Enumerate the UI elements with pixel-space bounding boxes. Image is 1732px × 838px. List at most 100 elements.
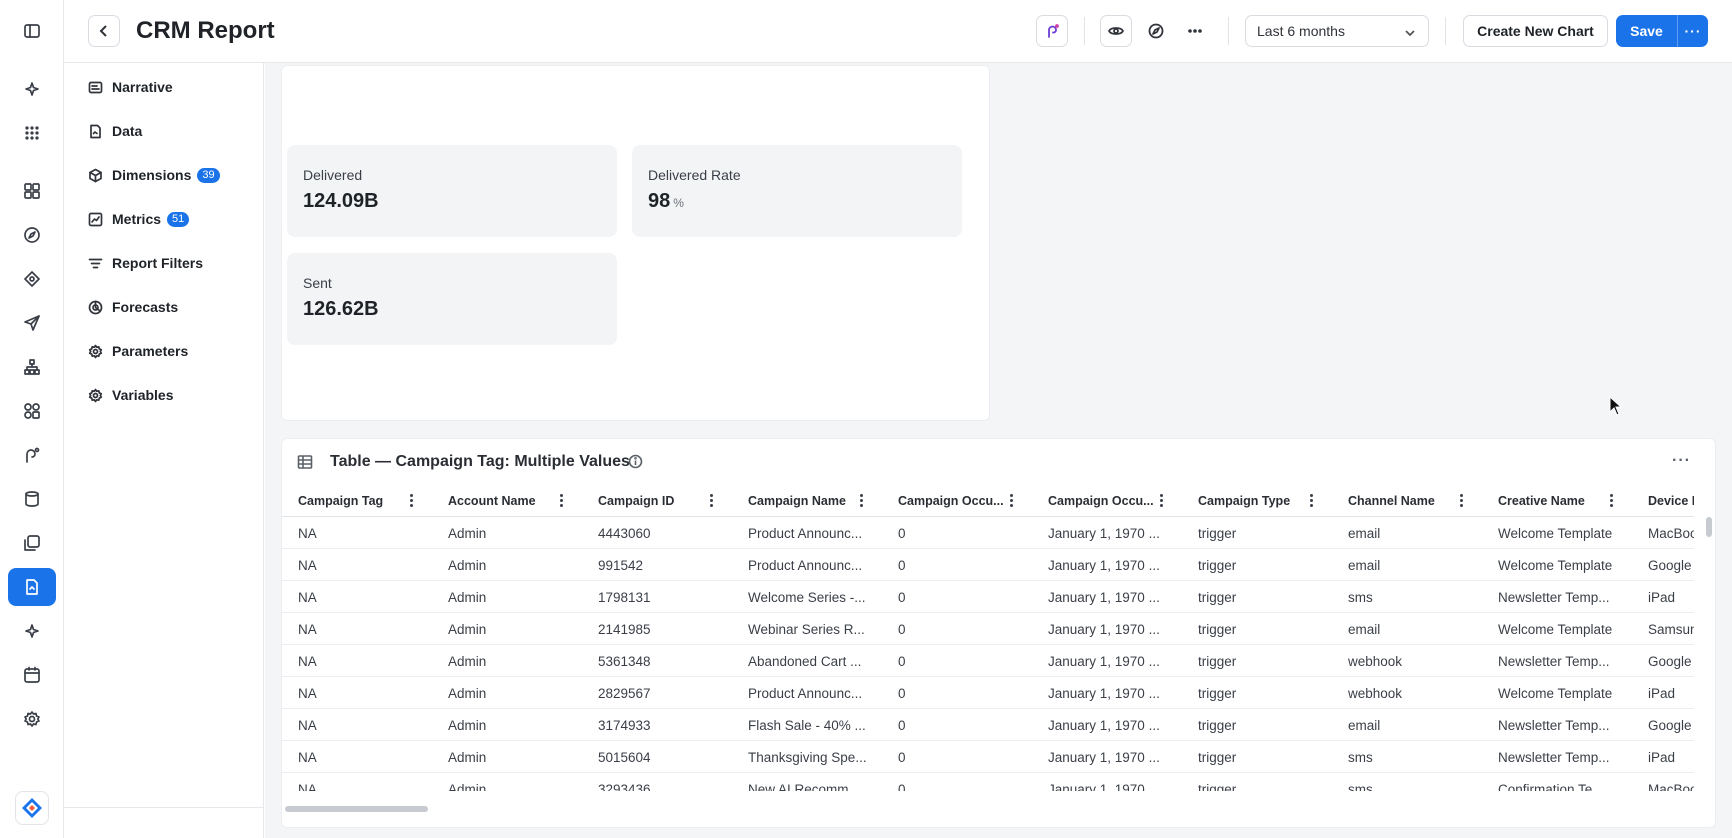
journey-icon[interactable] bbox=[8, 436, 56, 474]
table-cell: 0 bbox=[898, 589, 906, 605]
table-cell: iPad bbox=[1648, 589, 1676, 605]
table-cell: Admin bbox=[448, 557, 487, 573]
column-header[interactable]: Creative Name bbox=[1482, 485, 1632, 517]
table-more-button[interactable]: ··· bbox=[1672, 452, 1691, 470]
column-menu-icon[interactable] bbox=[1610, 494, 1614, 508]
table-cell: January 1, 1970 ... bbox=[1048, 685, 1160, 701]
vertical-scrollbar[interactable] bbox=[1706, 517, 1712, 537]
column-header[interactable]: Device Name bbox=[1632, 485, 1694, 517]
hierarchy-icon[interactable] bbox=[8, 348, 56, 386]
column-menu-icon[interactable] bbox=[410, 494, 414, 508]
target-icon[interactable] bbox=[8, 260, 56, 298]
horizontal-scrollbar[interactable] bbox=[282, 804, 1694, 814]
save-options-button[interactable]: ··· bbox=[1678, 15, 1708, 47]
column-header[interactable]: Campaign Occu... bbox=[1032, 485, 1182, 517]
preview-button[interactable] bbox=[1100, 15, 1132, 47]
sidebar-item-data[interactable]: Data bbox=[88, 119, 142, 143]
table-row[interactable]: NA Admin 2829567 Product Announc... 0 January… bbox=[282, 677, 1694, 709]
sidebar-item-label: Metrics bbox=[112, 211, 162, 227]
column-menu-icon[interactable] bbox=[1310, 494, 1314, 508]
sidebar-item-label: Forecasts bbox=[112, 299, 179, 315]
info-icon[interactable] bbox=[628, 454, 643, 469]
table-cell: sms bbox=[1348, 781, 1373, 792]
ai-sparkle-2-icon[interactable] bbox=[8, 612, 56, 650]
column-header[interactable]: Campaign Occu... bbox=[882, 485, 1032, 517]
sidebar-item-dimensions[interactable]: Dimensions 39 bbox=[88, 163, 220, 187]
kpi-card-delivered[interactable]: Delivered 124.09B bbox=[287, 145, 617, 237]
chevron-down-icon bbox=[1404, 26, 1416, 38]
dashboard-icon[interactable] bbox=[8, 172, 56, 210]
table-row[interactable]: NA Admin 2141985 Webinar Series R... 0 Januar… bbox=[282, 613, 1694, 645]
table-cell: trigger bbox=[1198, 781, 1237, 792]
table-cell: NA bbox=[298, 653, 317, 669]
kpi-label: Delivered Rate bbox=[648, 167, 741, 183]
column-header[interactable]: Channel Name bbox=[1332, 485, 1482, 517]
date-range-select[interactable]: Last 6 months bbox=[1245, 15, 1429, 47]
brand-logo[interactable] bbox=[15, 791, 49, 825]
table-cell: Admin bbox=[448, 685, 487, 701]
column-header-label: Creative Name bbox=[1498, 494, 1585, 508]
column-header[interactable]: Campaign Type bbox=[1182, 485, 1332, 517]
table-cell: 991542 bbox=[598, 557, 644, 573]
table-row[interactable]: NA Admin 5015604 Thanksgiving Spe... 0 Januar… bbox=[282, 741, 1694, 773]
kpi-card-sent[interactable]: Sent 126.62B bbox=[287, 253, 617, 345]
kpi-card-delivered-rate[interactable]: Delivered Rate 98% bbox=[632, 145, 962, 237]
table-cell: 2141985 bbox=[598, 621, 651, 637]
send-icon[interactable] bbox=[8, 304, 56, 342]
sidebar-item-parameters[interactable]: Parameters bbox=[88, 339, 188, 363]
calendar-icon[interactable] bbox=[8, 656, 56, 694]
table-cell: trigger bbox=[1198, 589, 1237, 605]
kpi-value: 98% bbox=[648, 190, 684, 212]
more-options-button[interactable] bbox=[1179, 15, 1211, 47]
column-header[interactable]: Campaign ID bbox=[582, 485, 732, 517]
sidebar-item-metrics[interactable]: Metrics 51 bbox=[88, 207, 190, 231]
column-menu-icon[interactable] bbox=[1010, 494, 1014, 508]
sidebar-toggle-icon[interactable] bbox=[8, 12, 56, 50]
explore-button[interactable] bbox=[1140, 15, 1172, 47]
sidebar-item-variables[interactable]: Variables bbox=[88, 383, 174, 407]
column-menu-icon[interactable] bbox=[1460, 494, 1464, 508]
campaign-table-panel: Table — Campaign Tag: Multiple Values ··… bbox=[281, 438, 1716, 828]
kpi-panel[interactable]: Delivered 124.09B Delivered Rate 98% Sen… bbox=[281, 65, 990, 421]
ai-assistant-button[interactable] bbox=[1036, 15, 1068, 47]
reports-icon[interactable] bbox=[8, 568, 56, 606]
column-header[interactable]: Account Name bbox=[432, 485, 582, 517]
sidebar-item-label: Dimensions bbox=[112, 167, 192, 183]
segments-icon[interactable] bbox=[8, 392, 56, 430]
compass-icon bbox=[1148, 23, 1164, 39]
kpi-unit: % bbox=[673, 196, 684, 210]
back-button[interactable] bbox=[88, 15, 120, 47]
ai-sparkle-icon[interactable] bbox=[8, 70, 56, 108]
table-row[interactable]: NA Admin 3174933 Flash Sale - 40% ... 0 Janua… bbox=[282, 709, 1694, 741]
sidebar-item-forecasts[interactable]: Forecasts bbox=[88, 295, 178, 319]
create-new-chart-button[interactable]: Create New Chart bbox=[1463, 15, 1608, 47]
table-row[interactable]: NA Admin 5361348 Abandoned Cart ... 0 January… bbox=[282, 645, 1694, 677]
horizontal-scroll-thumb[interactable] bbox=[285, 806, 428, 812]
sidebar-item-report-filters[interactable]: Report Filters bbox=[88, 251, 203, 275]
page-title: CRM Report bbox=[136, 17, 275, 44]
column-header-label: Campaign Type bbox=[1198, 494, 1291, 508]
column-menu-icon[interactable] bbox=[860, 494, 864, 508]
column-menu-icon[interactable] bbox=[1160, 494, 1164, 508]
apps-grid-icon[interactable] bbox=[8, 114, 56, 152]
table-row[interactable]: NA Admin 991542 Product Announc... 0 January … bbox=[282, 549, 1694, 581]
kpi-label: Sent bbox=[303, 275, 332, 291]
sidebar-item-narrative[interactable]: Narrative bbox=[88, 75, 173, 99]
table-cell: trigger bbox=[1198, 685, 1237, 701]
settings-icon[interactable] bbox=[8, 700, 56, 738]
table-cell: Product Announc... bbox=[748, 685, 863, 701]
column-menu-icon[interactable] bbox=[710, 494, 714, 508]
column-menu-icon[interactable] bbox=[560, 494, 564, 508]
table-cell: Abandoned Cart ... bbox=[748, 653, 862, 669]
table-cell: trigger bbox=[1198, 717, 1237, 733]
save-button[interactable]: Save bbox=[1616, 15, 1678, 47]
compass-icon[interactable] bbox=[8, 216, 56, 254]
column-header[interactable]: Campaign Name bbox=[732, 485, 882, 517]
table-row[interactable]: NA Admin 4443060 Product Announc... 0 January… bbox=[282, 517, 1694, 549]
database-icon[interactable] bbox=[8, 480, 56, 518]
table-row[interactable]: NA Admin 1798131 Welcome Series -... 0 Januar… bbox=[282, 581, 1694, 613]
gallery-icon[interactable] bbox=[8, 524, 56, 562]
column-header[interactable]: Campaign Tag bbox=[282, 485, 432, 517]
table-cell: January 1, 1970 ... bbox=[1048, 621, 1160, 637]
table-row[interactable]: NA Admin 3293436 New AI Recomm... 0 January 1… bbox=[282, 773, 1694, 792]
